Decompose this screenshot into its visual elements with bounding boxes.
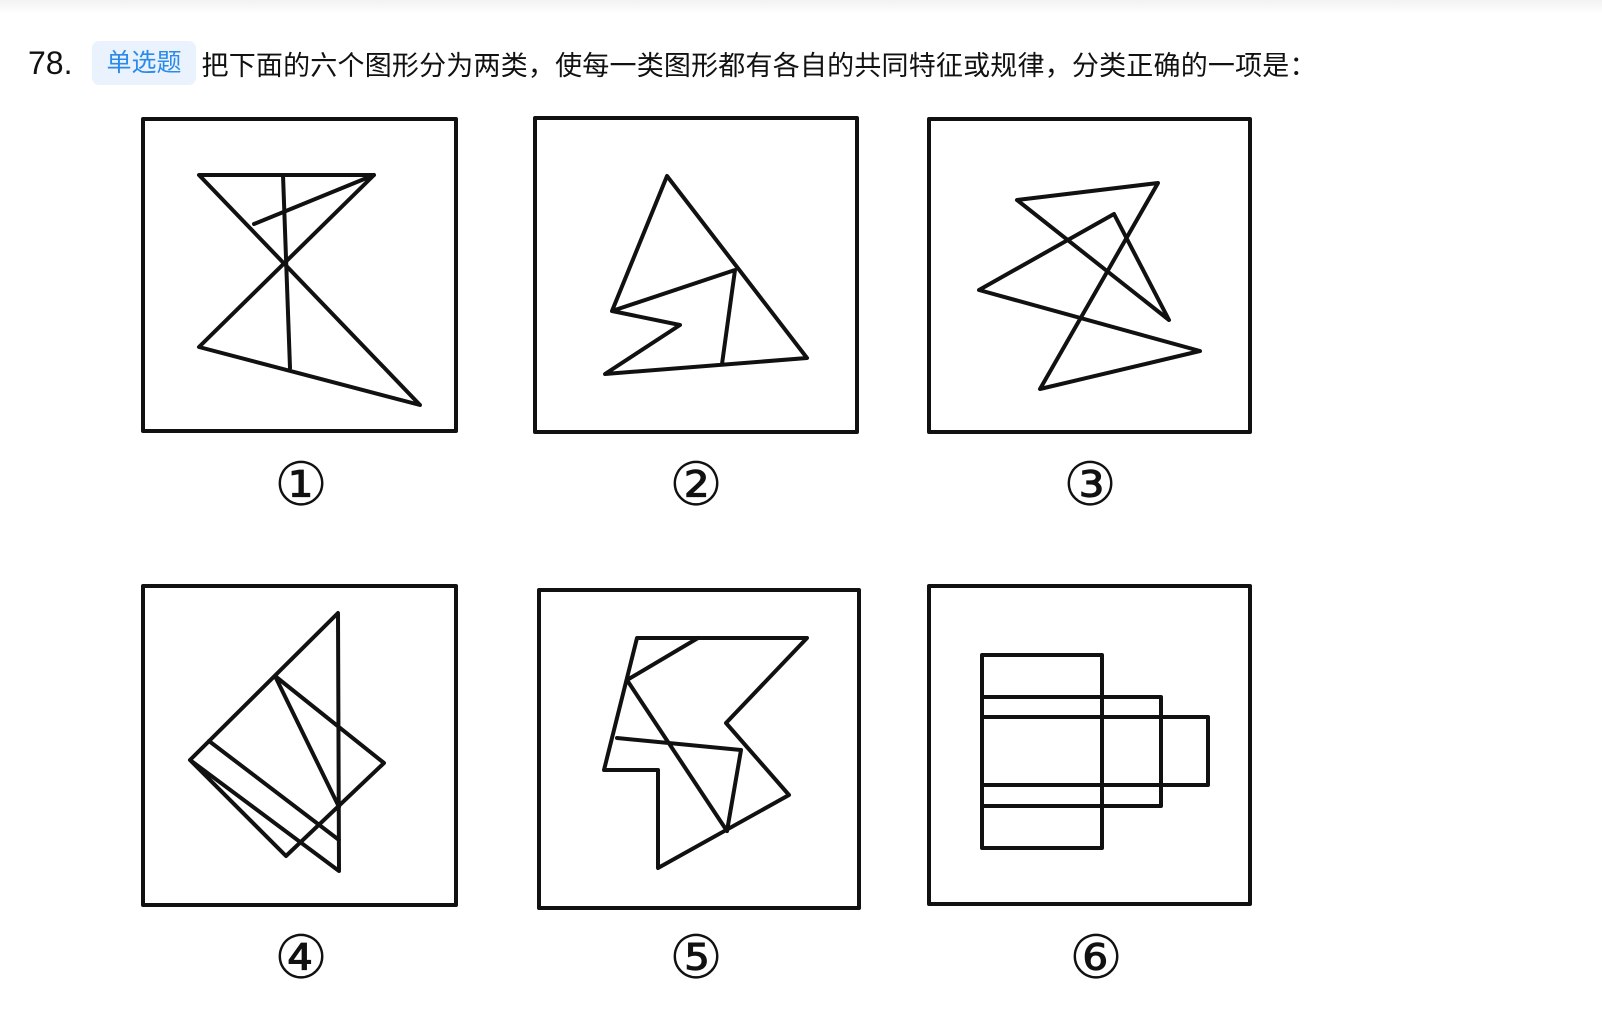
figure-5: [537, 588, 861, 910]
figure-1: [141, 117, 458, 433]
figure-2-shape: [603, 174, 809, 376]
figure-2-frame: [533, 116, 859, 434]
figure-4-frame: [141, 584, 458, 907]
figure-1-frame: [141, 117, 458, 433]
figure-6: [927, 584, 1252, 906]
figure-6-label: ⑥: [1069, 923, 1123, 993]
figure-4-shape: [188, 611, 386, 873]
figure-6-shape: [980, 653, 1210, 850]
figure-3-label: ③: [1063, 450, 1117, 520]
figure-3-frame: [927, 117, 1252, 434]
figure-2: [533, 116, 859, 434]
figure-2-label: ②: [669, 450, 723, 520]
figure-5-label: ⑤: [669, 923, 723, 993]
figure-1-shape: [197, 173, 422, 407]
figure-4: [141, 584, 458, 907]
figure-panel: ① ② ③ ④ ⑤ ⑥: [141, 116, 1252, 993]
figure-1-label: ①: [274, 450, 328, 520]
figure-3-shape: [977, 181, 1202, 391]
figure-3: [927, 117, 1252, 434]
figure-5-shape: [602, 636, 809, 870]
figure-4-label: ④: [274, 923, 328, 993]
figure-6-frame: [927, 584, 1252, 906]
